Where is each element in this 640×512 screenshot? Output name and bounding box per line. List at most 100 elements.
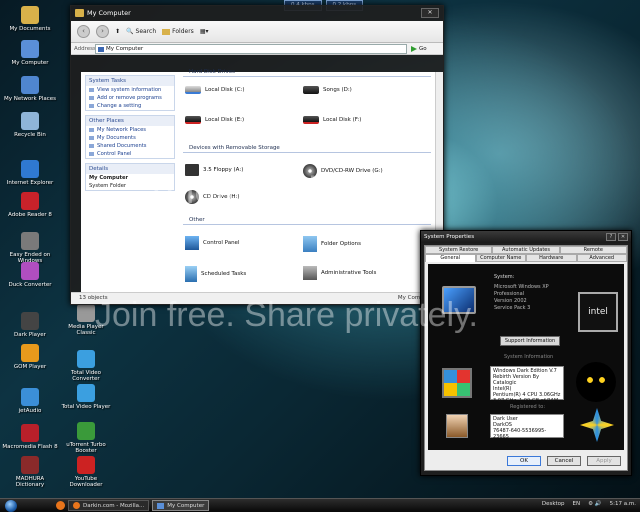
system-info-box: Windows Dark Edition V.7 Rebirth Version… [490,366,564,404]
dialog-buttons: OK Cancel Apply [507,456,621,466]
desktop-icon[interactable]: Duck Converter [2,262,58,288]
tab-row-bottom: General Computer Name Hardware Advanced [425,254,627,262]
desktop-icon[interactable]: GOM Player [2,344,58,370]
place-my-documents[interactable]: My Documents [86,134,174,142]
other-item[interactable]: Scheduled Tasks [185,266,246,282]
user-icon [446,414,468,438]
desktop-icon[interactable]: Media Player Classic [58,304,114,336]
desktop-toolbar[interactable]: Desktop [542,501,565,507]
monitor-icon [442,286,476,314]
go-button[interactable]: Go [407,45,427,52]
task-add-remove-programs[interactable]: Add or remove programs [86,94,174,102]
place-control-panel[interactable]: Control Panel [86,150,174,158]
language-indicator[interactable]: EN [573,501,581,507]
tab-remote[interactable]: Remote [559,246,627,254]
desktop-icon[interactable]: Easy Ended on Windows [2,232,58,264]
place-network[interactable]: My Network Places [86,126,174,134]
forward-button[interactable]: › [96,25,109,38]
network-icon [21,76,39,94]
desktop-icon[interactable]: Dark Player [2,312,58,338]
ok-button[interactable]: OK [507,456,541,466]
desktop-icon[interactable]: uTorrent Turbo Booster [58,422,114,454]
task-view-system-info[interactable]: View system information [86,86,174,94]
desktop-icon-label: Internet Explorer [6,180,54,186]
drive-item[interactable]: CD Drive (H:) [185,190,240,204]
clock[interactable]: 5:17 a.m. [610,501,636,507]
help-button[interactable]: ? [606,233,616,241]
ie-icon [21,160,39,178]
start-button[interactable] [0,499,22,512]
desktop-icon[interactable]: Adobe Reader 8 [2,192,58,218]
desktop-icon[interactable]: jetAudio [2,388,58,414]
control-panel-icon [185,236,199,250]
drive-item[interactable]: Songs (D:) [303,86,352,94]
tab-general[interactable]: General [425,254,476,262]
tab-automatic-updates[interactable]: Automatic Updates [492,246,560,254]
media-player-icon [77,304,95,322]
explorer-title-bar[interactable]: My Computer ✕ [71,6,443,21]
desktop-icon[interactable]: MADHURA Dictionary [2,456,58,488]
search-button[interactable]: 🔍 Search [126,28,156,35]
content-pane: Hard Disk Drives Local Disk (C:) Songs (… [179,69,435,292]
apply-button[interactable]: Apply [587,456,621,466]
firefox-icon[interactable] [56,501,65,510]
adobe-reader-icon [21,192,39,210]
taskbar-item[interactable]: Darkin.com - Mozilla... [68,500,150,511]
drive-item[interactable]: DVD/CD-RW Drive (G:) [303,164,383,178]
place-shared-documents[interactable]: Shared Documents [86,142,174,150]
back-button[interactable]: ‹ [77,25,90,38]
folders-button[interactable]: Folders [162,28,194,35]
tab-hardware[interactable]: Hardware [526,254,577,262]
desktop-icon-label: Total Video Player [61,404,111,410]
dialog-close-button[interactable]: ✕ [618,233,628,241]
tab-system-restore[interactable]: System Restore [425,246,493,254]
other-item[interactable]: Administrative Tools [303,266,376,280]
desktop-icon-label: MADHURA Dictionary [15,476,45,488]
views-button[interactable]: ▦▾ [200,28,209,35]
desktop-icon[interactable]: Macromedia Flash 8 [2,424,58,450]
address-label: Address [74,45,96,52]
tab-advanced[interactable]: Advanced [576,254,627,262]
dvd-drive-icon [303,164,317,178]
up-folder-button[interactable]: ⬆ [115,28,120,35]
cancel-button[interactable]: Cancel [547,456,581,466]
computer-icon [21,40,39,58]
address-input[interactable]: My Computer [95,43,407,54]
drive-item[interactable]: Local Disk (C:) [185,86,245,94]
desktop-icon[interactable]: My Network Places [2,76,58,102]
taskbar-item[interactable]: My Computer [152,500,210,511]
hard-disk-icon [185,86,201,94]
other-places-heading[interactable]: Other Places [86,116,174,126]
computer-icon [157,502,165,509]
details-panel: Details My Computer System Folder [85,163,175,191]
desktop-icon-label: Dark Player [14,332,46,338]
desktop-icon[interactable]: Total Video Player [58,384,114,410]
support-information-button[interactable]: Support Information [500,336,560,346]
drive-item[interactable]: 3.5 Floppy (A:) [185,164,243,176]
details-name: My Computer [89,175,129,181]
system-tasks-heading[interactable]: System Tasks [86,76,174,86]
search-icon: 🔍 [126,28,134,35]
desktop-icon[interactable]: Internet Explorer [2,160,58,186]
dialog-title-bar[interactable]: System Properties ? ✕ [421,231,631,243]
details-heading[interactable]: Details [86,164,174,174]
desktop-icon[interactable]: My Documents [2,6,58,32]
task-change-setting[interactable]: Change a setting [86,102,174,110]
system-line: Professional [494,291,525,297]
desktop-icon[interactable]: Total Video Converter [58,350,114,382]
desktop-icon[interactable]: Recycle Bin [2,112,58,138]
desktop-icon[interactable]: YouTube Downloader [58,456,114,488]
desktop-icon[interactable]: My Computer [2,40,58,66]
star-logo-icon [580,408,614,442]
system-line: Version 2002 [494,298,527,304]
hard-disk-icon [303,116,319,124]
tab-computer-name[interactable]: Computer Name [475,254,526,262]
close-button[interactable]: ✕ [421,8,439,18]
hard-disk-icon [185,116,201,124]
drive-item[interactable]: Local Disk (E:) [185,116,244,124]
other-item[interactable]: Folder Options [303,236,361,252]
drive-item[interactable]: Local Disk (F:) [303,116,361,124]
system-tray: Desktop EN ⚙ 🔊 5:17 a.m. [542,501,636,507]
tray-icons[interactable]: ⚙ 🔊 [588,501,602,507]
other-item[interactable]: Control Panel [185,236,239,250]
